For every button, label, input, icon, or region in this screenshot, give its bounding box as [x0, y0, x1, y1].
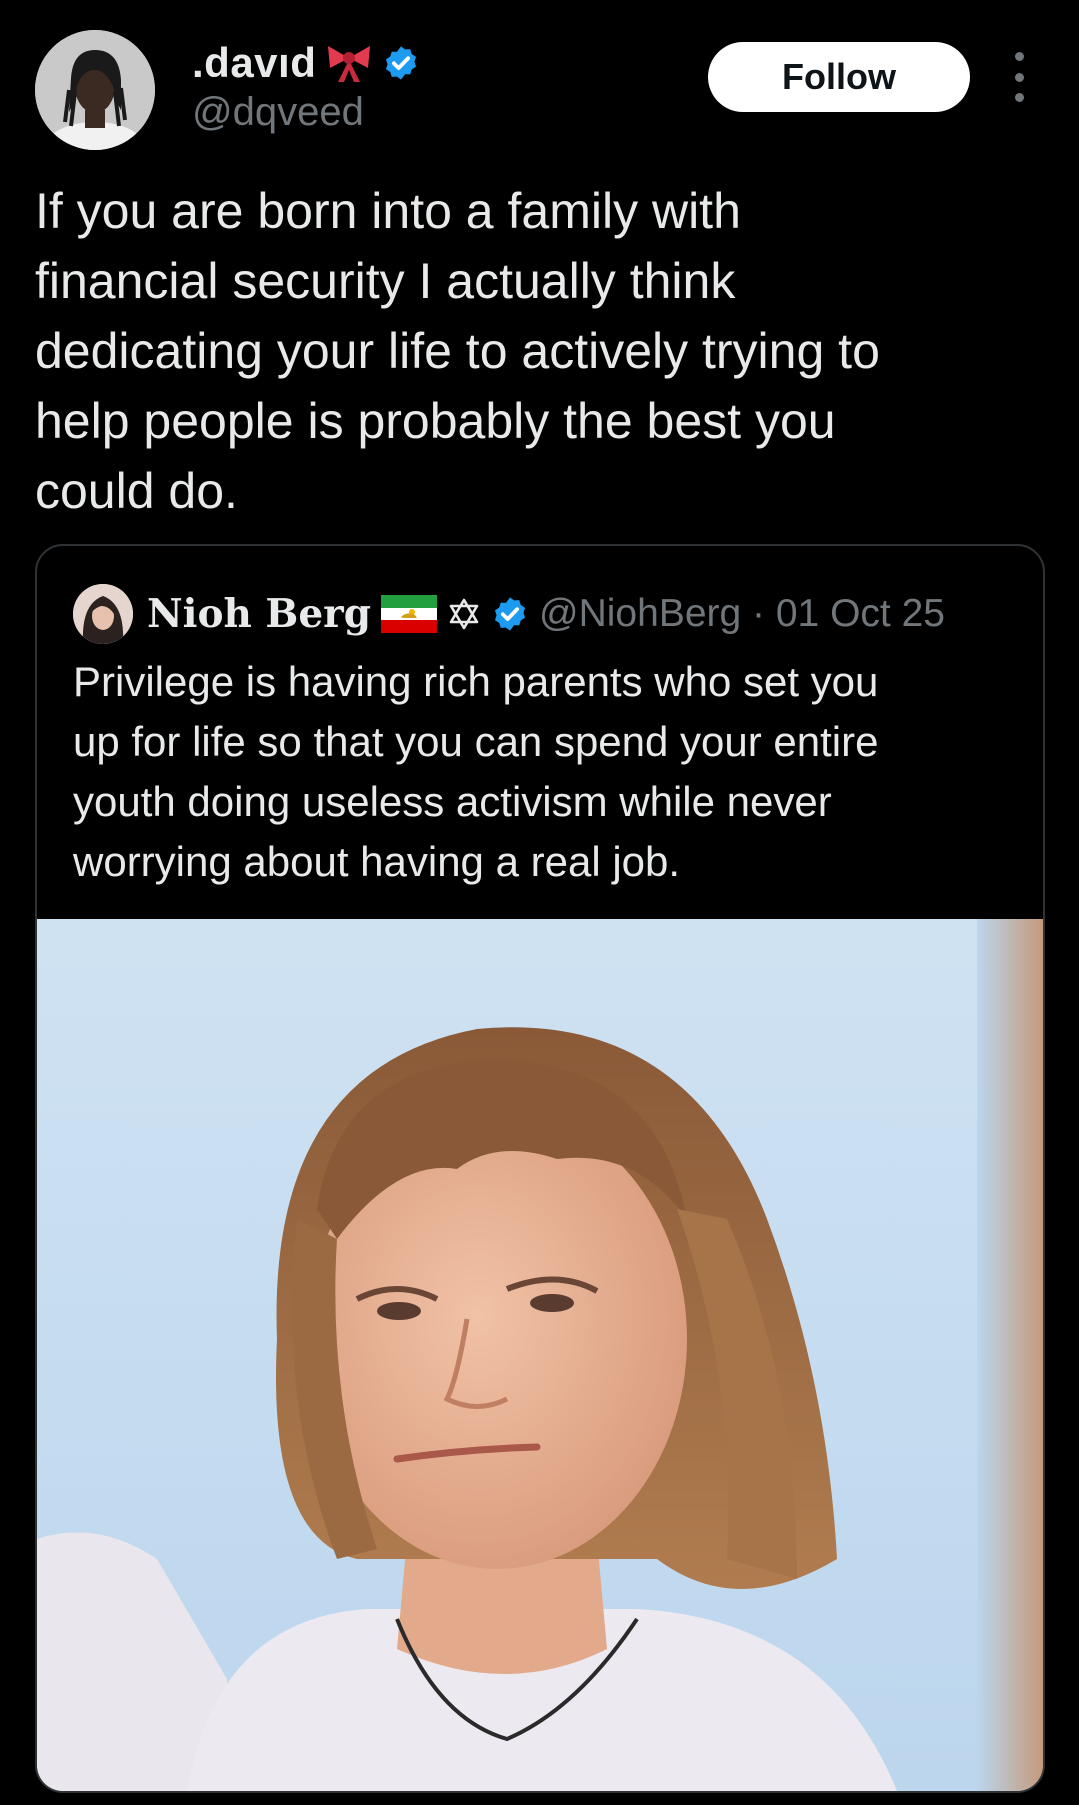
author-info: .davıd @dqveed: [192, 38, 420, 135]
author-handle[interactable]: @dqveed: [192, 90, 420, 135]
quoted-post-text: Privilege is having rich parents who set…: [73, 658, 879, 885]
quoted-author-avatar[interactable]: [73, 584, 133, 644]
follow-button[interactable]: Follow: [708, 42, 970, 112]
quoted-post-card[interactable]: Nioh Berg @NiohBerg · 01 Oct 25 Privileg…: [35, 544, 1045, 1793]
more-dot: [1014, 93, 1024, 102]
author-name-row: .davıd: [192, 38, 420, 88]
verified-badge-icon[interactable]: [491, 595, 529, 633]
photo-of-person-icon: [37, 919, 1043, 1791]
quoted-author-name[interactable]: Nioh Berg: [147, 591, 371, 637]
quoted-post-header: Nioh Berg @NiohBerg · 01 Oct 25: [73, 582, 945, 646]
post-text: If you are born into a family with finan…: [35, 183, 880, 519]
quoted-author-handle-and-date[interactable]: @NiohBerg · 01 Oct 25: [539, 592, 945, 636]
more-dot: [1014, 52, 1024, 61]
author-avatar[interactable]: [35, 30, 155, 150]
ribbon-bow-icon: [324, 42, 374, 84]
more-dot: [1014, 72, 1024, 82]
star-of-david-icon: [447, 597, 481, 631]
author-display-name[interactable]: .davıd: [192, 39, 316, 87]
author-avatar-image: [35, 30, 155, 150]
quoted-post-image[interactable]: [37, 919, 1043, 1791]
more-vertical-icon[interactable]: [1004, 52, 1034, 102]
iran-lion-sun-flag-icon: [381, 595, 438, 633]
verified-badge-icon[interactable]: [382, 44, 420, 82]
